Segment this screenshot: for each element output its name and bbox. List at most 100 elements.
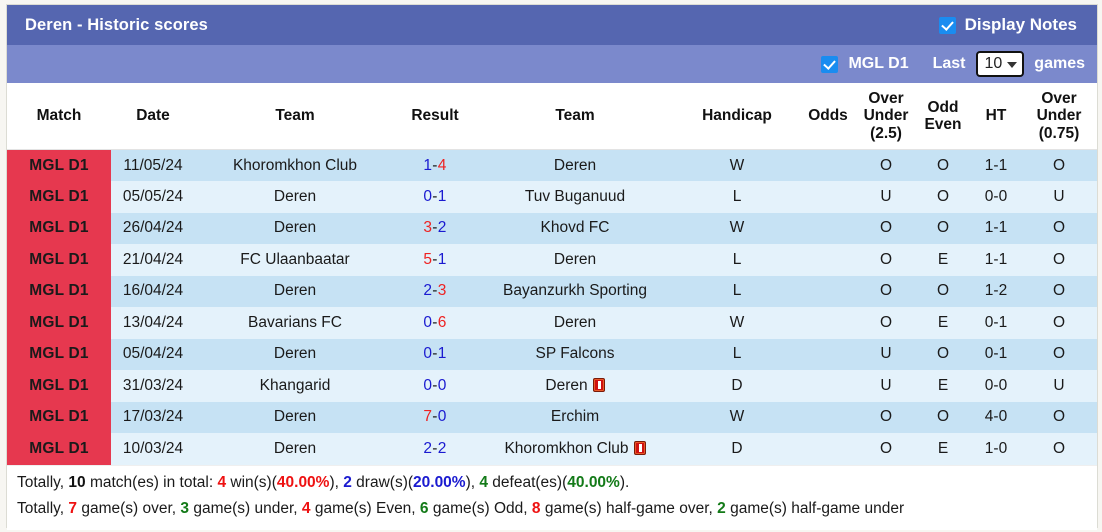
summary-footer: Totally, 10 match(es) in total: 4 win(s)… xyxy=(7,464,1097,531)
cell-over-under-25: O xyxy=(857,433,915,465)
cell-date: 05/04/24 xyxy=(111,338,195,371)
cell-away-team[interactable]: Bayanzurkh Sporting xyxy=(475,275,675,308)
col-handicap[interactable]: Handicap xyxy=(675,83,799,151)
games-label: games xyxy=(1034,55,1085,72)
display-notes-toggle[interactable]: Display Notes xyxy=(938,15,1085,35)
cell-over-under-25: O xyxy=(857,149,915,182)
cell-away-team[interactable]: Erchim xyxy=(475,401,675,434)
cell-home-team[interactable]: Bavarians FC xyxy=(195,307,395,339)
table-row[interactable]: MGL D1 31/03/24 Khangarid 0-0 Deren D U E 0-0 U xyxy=(7,370,1097,402)
table-row[interactable]: MGL D1 21/04/24 FC Ulaanbaatar 5-1 Deren L O E 1… xyxy=(7,244,1097,276)
table-row[interactable]: MGL D1 05/05/24 Deren 0-1 Tuv Buganuud L U O 0-0… xyxy=(7,181,1097,213)
cell-ht: 1-1 xyxy=(971,212,1021,245)
games-count-value: 10 xyxy=(984,54,1003,72)
sum1-mid1: match(es) in total: xyxy=(85,473,218,491)
col-team-home[interactable]: Team xyxy=(195,83,395,151)
cell-handicap: L xyxy=(675,338,799,371)
cell-date: 16/04/24 xyxy=(111,275,195,308)
result-away: 2 xyxy=(437,219,447,237)
cell-over-under-25: O xyxy=(857,275,915,308)
cell-away-team[interactable]: Deren xyxy=(475,149,675,182)
cell-away-team[interactable]: SP Falcons xyxy=(475,338,675,371)
cell-handicap: D xyxy=(675,433,799,465)
col-odds[interactable]: Odds xyxy=(799,83,857,151)
table-row[interactable]: MGL D1 11/05/24 Khoromkhon Club 1-4 Deren W O O… xyxy=(7,149,1097,182)
col-date[interactable]: Date xyxy=(111,83,195,151)
cell-home-team[interactable]: FC Ulaanbaatar xyxy=(195,244,395,276)
cell-ht: 1-1 xyxy=(971,149,1021,182)
col-odd-even[interactable]: Odd Even xyxy=(915,83,971,151)
cell-league: MGL D1 xyxy=(7,433,111,465)
page-title: Deren - Historic scores xyxy=(25,15,208,34)
cell-handicap: W xyxy=(675,149,799,182)
col-match[interactable]: Match xyxy=(7,83,111,151)
sum2-prefix: Totally, xyxy=(17,500,69,518)
table-row[interactable]: MGL D1 26/04/24 Deren 3-2 Khovd FC W O O 1-1 O xyxy=(7,212,1097,245)
cell-odds xyxy=(799,149,857,182)
sum1-suffix: ). xyxy=(619,473,630,491)
cell-handicap: L xyxy=(675,181,799,213)
table-row[interactable]: MGL D1 05/04/24 Deren 0-1 SP Falcons L U O 0-1 O xyxy=(7,338,1097,371)
sum2-mid2: game(s) under, xyxy=(189,500,302,518)
league-filter-label: MGL D1 xyxy=(848,55,909,72)
col-ou075-line2: Under xyxy=(1036,107,1082,125)
cell-result: 0-1 xyxy=(395,338,475,371)
col-ou25-line1: Over xyxy=(868,90,904,107)
cell-over-under-25: U xyxy=(857,181,915,213)
sum2-mid1: game(s) over, xyxy=(77,500,181,518)
cell-home-team[interactable]: Deren xyxy=(195,338,395,371)
cell-over-under-075: O xyxy=(1021,401,1097,434)
cell-away-team[interactable]: Deren xyxy=(475,370,675,402)
cell-over-under-075: O xyxy=(1021,149,1097,182)
cell-odd-even: O xyxy=(915,181,971,213)
cell-odds xyxy=(799,401,857,434)
cell-home-team[interactable]: Deren xyxy=(195,275,395,308)
cell-over-under-25: O xyxy=(857,244,915,276)
result-away: 1 xyxy=(437,187,447,205)
sum2-suffix: game(s) half-game under xyxy=(725,500,905,518)
cell-odd-even: E xyxy=(915,433,971,465)
cell-away-team[interactable]: Deren xyxy=(475,244,675,276)
cell-home-team[interactable]: Deren xyxy=(195,212,395,245)
sum1-total: 10 xyxy=(68,473,86,491)
cell-away-team[interactable]: Tuv Buganuud xyxy=(475,181,675,213)
sum2-mid4: game(s) Odd, xyxy=(428,500,532,518)
games-count-select[interactable]: 10 xyxy=(975,51,1025,77)
cell-odd-even: E xyxy=(915,244,971,276)
cell-odds xyxy=(799,370,857,402)
table-row[interactable]: MGL D1 17/03/24 Deren 7-0 Erchim W O O 4-0 O xyxy=(7,401,1097,434)
league-filter-checkbox[interactable] xyxy=(821,55,839,73)
result-away: 2 xyxy=(437,439,447,457)
cell-over-under-075: O xyxy=(1021,338,1097,371)
table-row[interactable]: MGL D1 10/03/24 Deren 2-2 Khoromkhon Club D O E… xyxy=(7,433,1097,465)
result-home: 1 xyxy=(423,156,433,174)
col-result[interactable]: Result xyxy=(395,83,475,151)
cell-league: MGL D1 xyxy=(7,212,111,245)
cell-away-team[interactable]: Deren xyxy=(475,307,675,339)
table-row[interactable]: MGL D1 16/04/24 Deren 2-3 Bayanzurkh Sportin… xyxy=(7,275,1097,308)
col-team-away[interactable]: Team xyxy=(475,83,675,151)
table-row[interactable]: MGL D1 13/04/24 Bavarians FC 0-6 Deren W O E 0-1… xyxy=(7,307,1097,339)
col-ht[interactable]: HT xyxy=(971,83,1021,151)
sum1-wins: 4 xyxy=(217,473,227,491)
cell-home-team[interactable]: Deren xyxy=(195,401,395,434)
result-home: 0 xyxy=(423,376,433,394)
cell-over-under-25: O xyxy=(857,212,915,245)
result-away: 1 xyxy=(437,345,447,363)
widget-frame: Deren - Historic scores Display Notes MG… xyxy=(6,4,1098,531)
cell-home-team[interactable]: Deren xyxy=(195,181,395,213)
cell-home-team[interactable]: Deren xyxy=(195,433,395,465)
col-over-under-075[interactable]: Over Under (0.75) xyxy=(1021,83,1097,151)
col-over-under-25[interactable]: Over Under (2.5) xyxy=(857,83,915,151)
cell-home-team[interactable]: Khangarid xyxy=(195,370,395,402)
cell-league: MGL D1 xyxy=(7,370,111,402)
cell-odd-even: O xyxy=(915,401,971,434)
cell-home-team[interactable]: Khoromkhon Club xyxy=(195,149,395,182)
cell-over-under-25: U xyxy=(857,338,915,371)
display-notes-checkbox[interactable] xyxy=(938,16,956,34)
cell-away-team[interactable]: Khoromkhon Club xyxy=(475,433,675,465)
cell-away-team[interactable]: Khovd FC xyxy=(475,212,675,245)
cell-date: 11/05/24 xyxy=(111,149,195,182)
red-card-icon xyxy=(592,377,605,392)
result-home: 2 xyxy=(423,439,433,457)
